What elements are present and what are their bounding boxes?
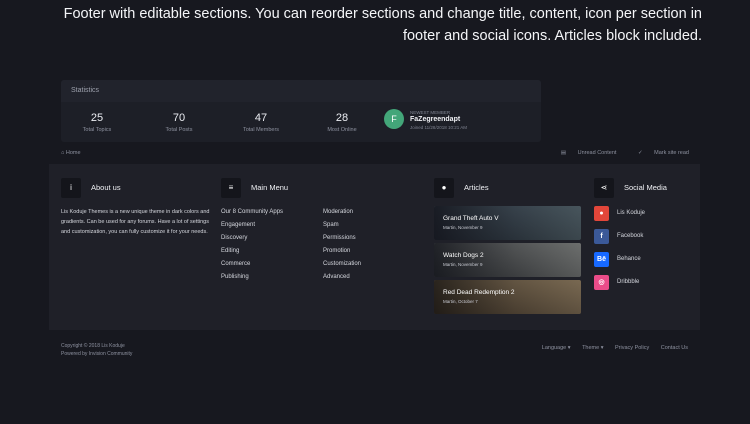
dribbble-icon[interactable]: ◎	[594, 275, 609, 290]
article-thumbnail	[434, 280, 581, 314]
stat-total-members: 47 Total Members	[226, 112, 296, 133]
stat-total-posts: 70 Total Posts	[144, 112, 214, 133]
article-thumbnail	[434, 243, 581, 277]
menu-column-1: Our 8 Community Apps Engagement Discover…	[221, 207, 283, 285]
article-title[interactable]: Watch Dogs 2	[443, 252, 484, 259]
menu-link[interactable]: Moderation	[323, 207, 361, 220]
stat-most-online: 28 Most Online	[307, 112, 377, 133]
share-icon: ⋖	[594, 178, 614, 198]
menu-link[interactable]: Permissions	[323, 233, 361, 246]
statistics-title: Statistics	[61, 80, 541, 102]
section-title-social: Social Media	[624, 183, 667, 192]
menu-column-2: Moderation Spam Permissions Promotion Cu…	[323, 207, 361, 285]
unread-content-link[interactable]: ▤ Unread Content	[551, 150, 617, 156]
article-card[interactable]: Red Dead Redemption 2 Martin, October 7	[434, 280, 581, 314]
menu-link[interactable]: Discovery	[221, 233, 283, 246]
copyright-text: Copyright © 2018 Lis Koduje	[61, 343, 125, 349]
article-meta: Martin, October 7	[443, 299, 478, 304]
facebook-icon[interactable]: f	[594, 229, 609, 244]
stat-label: Total Members	[242, 127, 280, 133]
article-thumbnail	[434, 206, 581, 240]
stat-total-topics: 25 Total Topics	[62, 112, 132, 133]
mark-site-read-label[interactable]: Mark site read	[654, 150, 689, 156]
stat-value: 70	[172, 112, 186, 124]
hero-description: Footer with editable sections. You can r…	[0, 0, 750, 47]
breadcrumb-home[interactable]: ⌂ Home	[61, 150, 81, 156]
menu-link[interactable]: Engagement	[221, 220, 283, 233]
about-text: Lis Koduje Themes is a new unique theme …	[61, 209, 210, 235]
social-label[interactable]: Behance	[617, 256, 641, 262]
menu-link[interactable]: Editing	[221, 246, 283, 259]
menu-link[interactable]: Commerce	[221, 259, 283, 272]
footer-links: Language ▾ Theme ▾ Privacy Policy Contac…	[532, 345, 688, 351]
avatar[interactable]: F	[384, 109, 404, 129]
contact-us-link[interactable]: Contact Us	[661, 345, 688, 351]
newest-member-name[interactable]: FaZegreendapt	[410, 116, 460, 123]
stat-label: Most Online	[327, 127, 357, 133]
behance-icon[interactable]: Bē	[594, 252, 609, 267]
article-title[interactable]: Red Dead Redemption 2	[443, 289, 515, 296]
menu-link[interactable]: Promotion	[323, 246, 361, 259]
unread-content-label[interactable]: Unread Content	[578, 150, 617, 156]
breadcrumb: ⌂ Home ▤ Unread Content ✓ Mark site read	[61, 150, 689, 160]
hero-line-2: footer and social icons. Articles block …	[402, 28, 702, 44]
check-icon: ✓	[638, 150, 643, 156]
comments-icon: ●	[434, 178, 454, 198]
language-menu[interactable]: Language ▾	[542, 345, 571, 351]
statistics-panel: Statistics 25 Total Topics 70 Total Post…	[61, 80, 541, 142]
article-card[interactable]: Grand Theft Auto V Martin, November 9	[434, 206, 581, 240]
breadcrumb-home-label[interactable]: Home	[66, 150, 81, 156]
social-label[interactable]: Facebook	[617, 233, 643, 239]
newest-member-label: NEWEST MEMBER	[410, 110, 451, 115]
menu-link[interactable]: Advanced	[323, 272, 361, 285]
menu-link[interactable]: Our 8 Community Apps	[221, 207, 283, 220]
menu-link[interactable]: Customization	[323, 259, 361, 272]
theme-menu[interactable]: Theme ▾	[582, 345, 603, 351]
unread-icon: ▤	[560, 150, 567, 156]
stat-value: 28	[335, 112, 349, 124]
powered-by-link[interactable]: Powered by Invision Community	[61, 350, 132, 358]
section-title-articles: Articles	[464, 183, 489, 192]
stat-value: 47	[254, 112, 268, 124]
stat-label: Total Topics	[82, 127, 112, 133]
lis-koduje-icon[interactable]: ●	[594, 206, 609, 221]
stat-label: Total Posts	[165, 127, 193, 133]
home-icon: ⌂	[61, 150, 65, 156]
social-label[interactable]: Dribbble	[617, 279, 639, 285]
social-label[interactable]: Lis Koduje	[617, 210, 645, 216]
info-icon: i	[61, 178, 81, 198]
menu-icon: ≡	[221, 178, 241, 198]
mark-site-read-link[interactable]: ✓ Mark site read	[628, 150, 689, 156]
privacy-policy-link[interactable]: Privacy Policy	[615, 345, 649, 351]
newest-member-joined: Joined 11/28/2018 10:21 AM	[410, 125, 467, 130]
section-title-about: About us	[91, 183, 121, 192]
article-title[interactable]: Grand Theft Auto V	[443, 215, 499, 222]
stat-value: 25	[90, 112, 104, 124]
article-meta: Martin, November 9	[443, 262, 483, 267]
hero-line-1: Footer with editable sections. You can r…	[63, 6, 702, 22]
section-title-menu: Main Menu	[251, 183, 289, 192]
article-card[interactable]: Watch Dogs 2 Martin, November 9	[434, 243, 581, 277]
menu-link[interactable]: Publishing	[221, 272, 283, 285]
menu-link[interactable]: Spam	[323, 220, 361, 233]
article-meta: Martin, November 9	[443, 225, 483, 230]
copyright: Copyright © 2018 Lis Koduje Powered by I…	[61, 342, 132, 358]
